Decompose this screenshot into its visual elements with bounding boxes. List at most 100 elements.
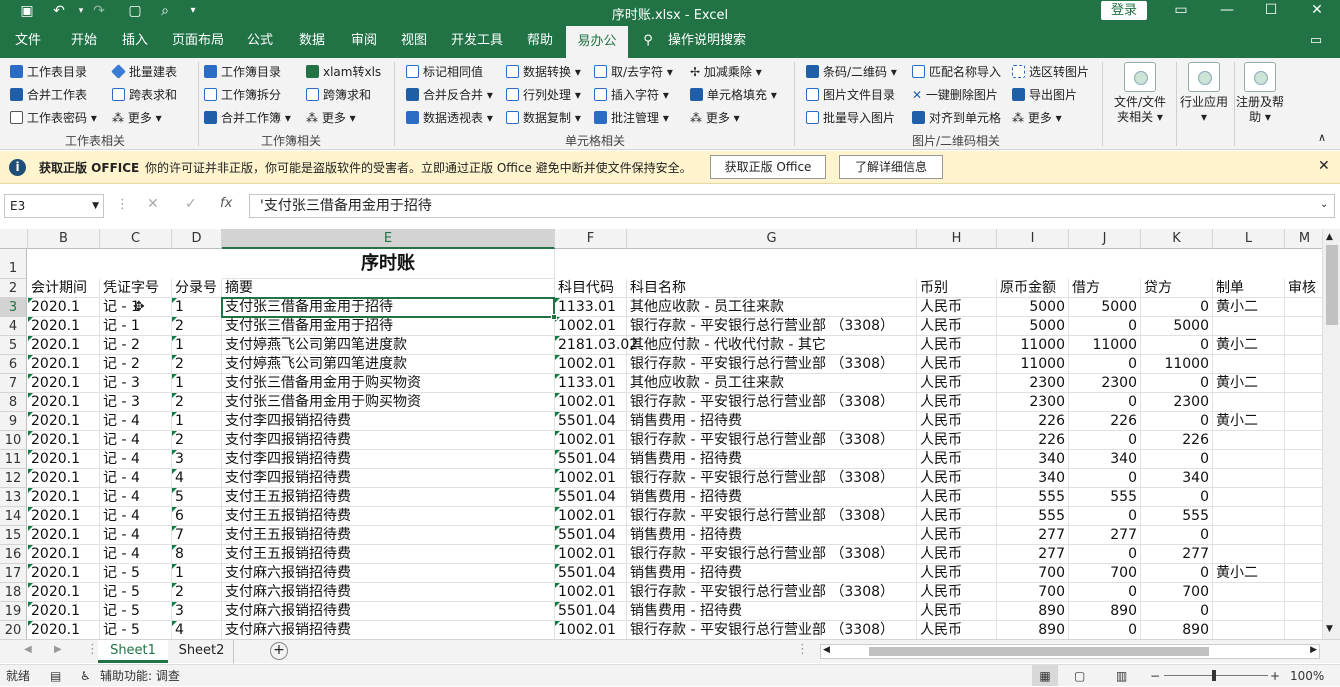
table-cell[interactable]: 支付张三借备用金用于购买物资 — [222, 393, 555, 412]
cross-workbook-sum-button[interactable]: 跨簿求和 — [306, 85, 371, 105]
table-cell[interactable]: 1 — [172, 564, 222, 583]
table-cell[interactable]: 2300 — [1069, 374, 1141, 393]
table-cell[interactable]: 记 - 4 — [100, 469, 172, 488]
undo-icon[interactable]: ↶ — [48, 3, 70, 19]
tab-splitter[interactable]: ⋮ — [796, 642, 809, 657]
table-cell[interactable]: 0 — [1141, 374, 1213, 393]
table-cell[interactable]: 人民币 — [917, 507, 997, 526]
table-cell[interactable]: 黄小二 — [1213, 564, 1285, 583]
select-all-corner[interactable] — [0, 229, 28, 249]
save-icon[interactable]: ▣ — [16, 3, 38, 19]
table-cell[interactable]: 记 - 5 — [100, 564, 172, 583]
table-cell[interactable]: 890 — [997, 621, 1069, 639]
zoom-out-icon[interactable]: − — [1150, 665, 1160, 687]
table-cell[interactable]: 0 — [1141, 488, 1213, 507]
more-image-button[interactable]: ⁂ 更多 ▾ — [1012, 108, 1062, 128]
table-cell[interactable]: 226 — [997, 431, 1069, 450]
table-cell[interactable]: 银行存款 - 平安银行总行营业部 （3308） — [627, 507, 917, 526]
table-cell[interactable]: 3 — [172, 450, 222, 469]
table-cell[interactable] — [1213, 450, 1285, 469]
table-cell[interactable]: 2300 — [997, 374, 1069, 393]
table-cell[interactable]: 销售费用 - 招待费 — [627, 488, 917, 507]
table-cell[interactable]: 1 — [172, 336, 222, 355]
row-header[interactable]: 17 — [0, 564, 27, 583]
range-to-image-button[interactable]: 选区转图片 — [1012, 62, 1089, 82]
arithmetic-button[interactable]: ✢ 加减乘除 ▾ — [690, 62, 762, 82]
table-cell[interactable]: 340 — [1141, 469, 1213, 488]
table-cell[interactable]: 其他应收款 - 员工往来款 — [627, 374, 917, 393]
row-header[interactable]: 15 — [0, 526, 27, 545]
tab-review[interactable]: 审阅 — [340, 24, 388, 58]
table-cell[interactable]: 记 - 2 — [100, 355, 172, 374]
table-cell[interactable]: 3 — [172, 602, 222, 621]
table-cell[interactable]: 277 — [1069, 526, 1141, 545]
redo-icon[interactable]: ↷ — [88, 3, 110, 19]
table-cell[interactable] — [1285, 526, 1322, 545]
table-cell[interactable]: 8 — [172, 545, 222, 564]
table-cell[interactable]: 记 - 4 — [100, 526, 172, 545]
table-cell[interactable] — [1213, 393, 1285, 412]
table-cell[interactable]: 记 - 3 — [100, 374, 172, 393]
table-cell[interactable] — [1285, 412, 1322, 431]
table-cell[interactable]: 人民币 — [917, 317, 997, 336]
table-cell[interactable]: 2 — [172, 583, 222, 602]
sheet-tab-sheet2[interactable]: Sheet2 — [170, 640, 234, 663]
scroll-thumb[interactable] — [1326, 245, 1338, 325]
row-header[interactable]: 11 — [0, 450, 27, 469]
row-header[interactable]: 19 — [0, 602, 27, 621]
row-header[interactable]: 16 — [0, 545, 27, 564]
workbook-toc-button[interactable]: 工作簿目录 — [204, 62, 281, 82]
table-cell[interactable] — [1213, 488, 1285, 507]
table-cell[interactable]: 2020.1 — [28, 488, 100, 507]
table-cell[interactable]: 277 — [997, 545, 1069, 564]
table-cell[interactable]: 5000 — [1141, 317, 1213, 336]
table-cell[interactable]: 1002.01 — [555, 469, 627, 488]
match-name-import-button[interactable]: 匹配名称导入 — [912, 62, 1001, 82]
table-cell[interactable]: 5 — [172, 488, 222, 507]
table-cell[interactable]: 700 — [1069, 564, 1141, 583]
table-cell[interactable]: 340 — [1069, 450, 1141, 469]
table-cell[interactable]: 555 — [1141, 507, 1213, 526]
table-cell[interactable] — [1285, 602, 1322, 621]
table-cell[interactable] — [1285, 564, 1322, 583]
table-cell[interactable] — [1285, 336, 1322, 355]
table-cell[interactable]: 记 - 3 — [100, 393, 172, 412]
table-cell[interactable]: 2020.1 — [28, 393, 100, 412]
table-cell[interactable]: 人民币 — [917, 583, 997, 602]
table-cell[interactable]: 银行存款 - 平安银行总行营业部 （3308） — [627, 431, 917, 450]
prev-sheet-icon[interactable]: ◀ — [24, 644, 32, 655]
table-cell[interactable]: 人民币 — [917, 488, 997, 507]
row-header[interactable]: 7 — [0, 374, 27, 393]
sheet-password-button[interactable]: 工作表密码 ▾ — [10, 108, 97, 128]
table-cell[interactable]: 黄小二 — [1213, 412, 1285, 431]
table-cell[interactable]: 0 — [1069, 355, 1141, 374]
table-cell[interactable] — [1285, 450, 1322, 469]
cell-fill-button[interactable]: 单元格填充 ▾ — [690, 85, 777, 105]
table-cell[interactable]: 2 — [172, 393, 222, 412]
table-cell[interactable]: 11000 — [997, 355, 1069, 374]
zoom-in-icon[interactable]: + — [1270, 665, 1280, 687]
table-cell[interactable]: 银行存款 - 平安银行总行营业部 （3308） — [627, 469, 917, 488]
table-cell[interactable]: 支付王五报销招待费 — [222, 545, 555, 564]
table-cell[interactable]: 5000 — [997, 317, 1069, 336]
table-cell[interactable]: 0 — [1069, 393, 1141, 412]
table-cell[interactable]: 记 - 1 — [100, 317, 172, 336]
table-cell[interactable]: 黄小二 — [1213, 374, 1285, 393]
table-cell[interactable]: 0 — [1141, 412, 1213, 431]
table-cell[interactable]: 226 — [997, 412, 1069, 431]
name-box[interactable]: E3 ▼ — [4, 194, 104, 218]
row-header[interactable]: 3 — [0, 298, 27, 317]
table-cell[interactable]: 销售费用 - 招待费 — [627, 412, 917, 431]
table-cell[interactable]: 277 — [1141, 545, 1213, 564]
scroll-up-icon[interactable]: ▲ — [1326, 232, 1333, 242]
column-header[interactable]: F — [555, 229, 627, 249]
table-cell[interactable]: 销售费用 - 招待费 — [627, 526, 917, 545]
worksheet-grid[interactable]: B C D E F G H I J K L M 1 序时账 2 会计期间 凭证字号 分录号 摘要 科目代码 科目名称 币别… — [0, 229, 1322, 639]
barcode-qrcode-button[interactable]: 条码/二维码 ▾ — [806, 62, 897, 82]
table-cell[interactable]: 人民币 — [917, 355, 997, 374]
table-cell[interactable] — [1285, 393, 1322, 412]
export-images-button[interactable]: 导出图片 — [1012, 85, 1077, 105]
accessibility-status[interactable]: 辅助功能: 调查 — [100, 665, 180, 687]
table-cell[interactable] — [1213, 602, 1285, 621]
more-cell-button[interactable]: ⁂ 更多 ▾ — [690, 108, 740, 128]
